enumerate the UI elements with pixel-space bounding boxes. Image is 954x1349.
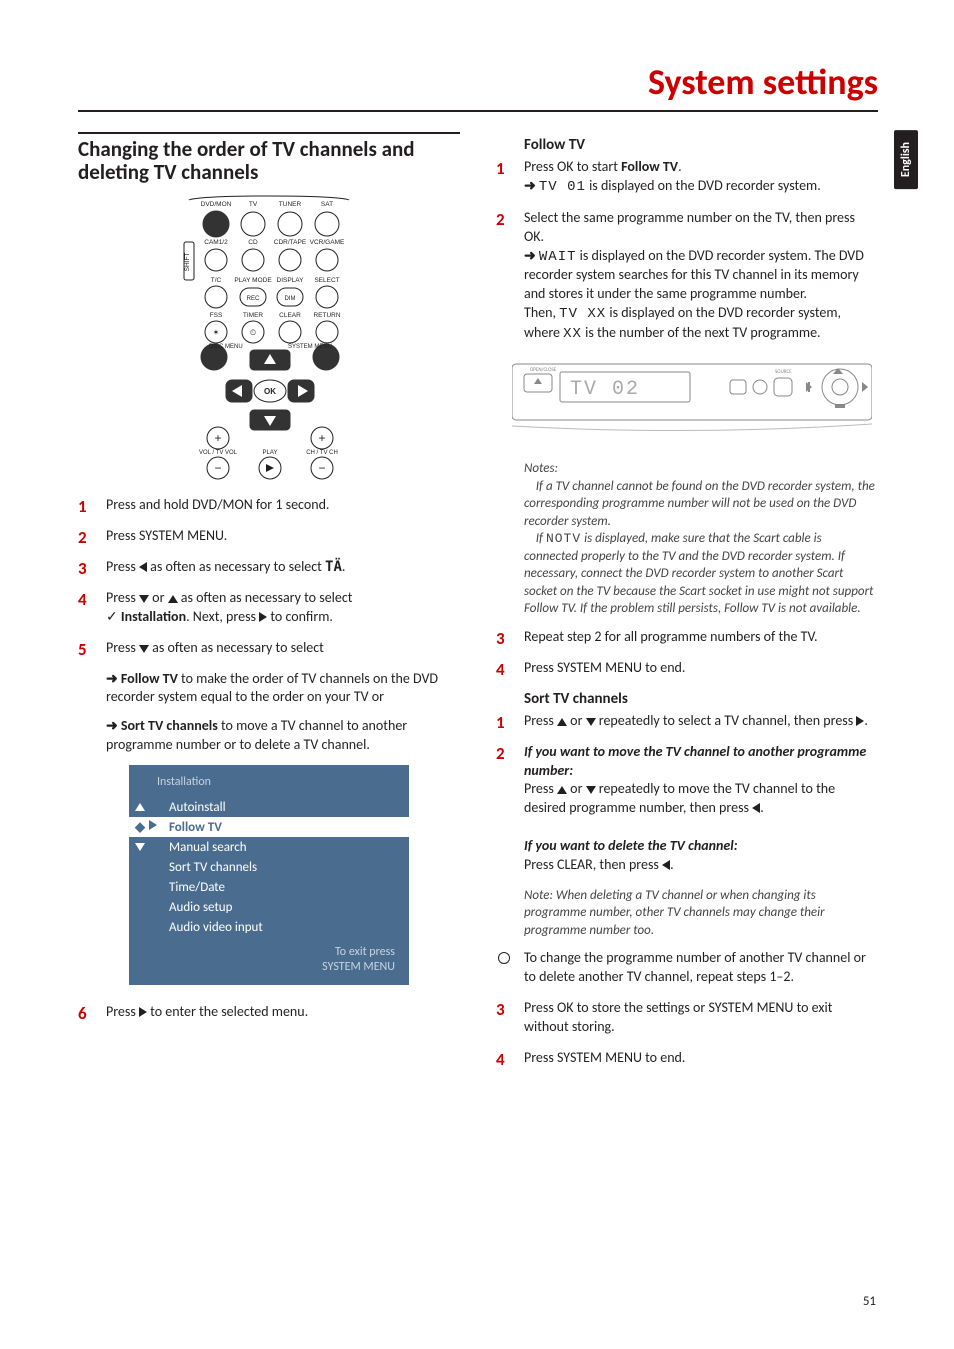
svg-text:✶: ✶ xyxy=(213,328,220,337)
step-6: Press to enter the selected menu. xyxy=(78,1003,460,1022)
svg-text:VOL / TV VOL: VOL / TV VOL xyxy=(199,450,238,456)
up-arrow-icon xyxy=(557,718,567,726)
down-arrow-icon xyxy=(139,645,149,653)
svg-text:TV 02: TV 02 xyxy=(570,378,640,401)
follow-tv-heading: Follow TV xyxy=(524,136,878,154)
svg-text:CD: CD xyxy=(248,239,258,246)
follow-step-1: Press OK to start Follow TV. ➜ TV 01 is … xyxy=(496,158,878,197)
language-tab: English xyxy=(894,130,918,189)
down-arrow-icon xyxy=(139,595,149,603)
svg-text:CH / TV CH: CH / TV CH xyxy=(306,450,338,456)
sort-step-3: Press OK to store the settings or SYSTEM… xyxy=(496,999,878,1037)
svg-text:SAT: SAT xyxy=(321,201,333,208)
svg-text:PLAY: PLAY xyxy=(263,450,278,456)
osd-menu-item: Autoinstall xyxy=(129,797,409,817)
osd-menu-item-selected: ◆Follow TV xyxy=(129,817,409,837)
step-1: Press and hold DVD/MON for 1 second. xyxy=(78,496,460,515)
svg-text:SOURCE: SOURCE xyxy=(775,369,792,375)
installation-icon: TÄ xyxy=(325,558,342,577)
svg-text:T/C: T/C xyxy=(211,277,222,284)
svg-text:−: − xyxy=(214,461,221,475)
svg-text:REC: REC xyxy=(247,296,260,302)
down-arrow-icon xyxy=(586,718,596,726)
svg-text:DISC MENU: DISC MENU xyxy=(209,344,243,350)
svg-text:+: + xyxy=(214,431,221,445)
remote-illustration: DVD/MON TV TUNER SAT SHIFT CAM1/2 CD CDR… xyxy=(154,192,384,482)
svg-text:CLEAR: CLEAR xyxy=(279,312,301,319)
osd-menu-installation: Installation Autoinstall ◆Follow TV Manu… xyxy=(129,765,409,985)
step-2: Press SYSTEM MENU. xyxy=(78,527,460,546)
page-title: System settings xyxy=(78,60,878,112)
left-arrow-icon xyxy=(139,562,147,572)
svg-text:TUNER: TUNER xyxy=(279,201,302,208)
section-heading-change-order: Changing the order of TV channels and de… xyxy=(78,132,460,184)
checkmark-icon: ✓ xyxy=(106,608,121,625)
step-5-sort-tv: ➜ Sort TV channels to move a TV channel … xyxy=(106,717,460,755)
device-illustration: TV 02 OPEN/CLOSE SOURCE xyxy=(512,356,872,446)
sort-step-4: Press SYSTEM MENU to end. xyxy=(496,1049,878,1068)
svg-text:VCR/GAME: VCR/GAME xyxy=(310,239,345,246)
svg-text:RETURN: RETURN xyxy=(313,312,340,319)
sort-step-2: If you want to move the TV channel to an… xyxy=(496,743,878,875)
svg-text:FSS: FSS xyxy=(210,312,223,319)
osd-menu-title: Installation xyxy=(129,773,409,797)
up-arrow-icon xyxy=(168,595,178,603)
left-arrow-icon xyxy=(662,860,670,870)
svg-text:CAM1/2: CAM1/2 xyxy=(204,239,228,246)
sort-note: Note: When deleting a TV channel or when… xyxy=(524,887,878,940)
follow-step-3: Repeat step 2 for all programme numbers … xyxy=(496,628,878,647)
svg-text:TV: TV xyxy=(249,201,258,208)
sort-step-1: Press or repeatedly to select a TV chann… xyxy=(496,712,878,731)
up-arrow-icon xyxy=(557,786,567,794)
follow-step-2: Select the same programme number on the … xyxy=(496,209,878,344)
osd-menu-item: Time/Date xyxy=(129,877,409,897)
svg-text:SHIFT: SHIFT xyxy=(184,253,191,272)
svg-text:−: − xyxy=(318,461,325,475)
step-5-follow-tv: ➜ Follow TV to make the order of TV chan… xyxy=(106,670,460,708)
osd-menu-footer: To exit pressSYSTEM MENU xyxy=(129,937,409,977)
svg-text:CDR/TAPE: CDR/TAPE xyxy=(274,239,307,246)
svg-text:OPEN/CLOSE: OPEN/CLOSE xyxy=(530,367,557,373)
sort-repeat-bullet: To change the programme number of anothe… xyxy=(496,949,878,987)
left-column: Changing the order of TV channels and de… xyxy=(78,132,460,1080)
follow-step-4: Press SYSTEM MENU to end. xyxy=(496,659,878,678)
down-arrow-icon xyxy=(586,786,596,794)
notes-block: Notes: If a TV channel cannot be found o… xyxy=(524,460,878,618)
svg-text:TIMER: TIMER xyxy=(243,312,264,319)
osd-menu-item: Audio video input xyxy=(129,917,409,937)
svg-text:DISPLAY: DISPLAY xyxy=(277,277,305,284)
right-arrow-icon xyxy=(259,612,267,622)
step-4: Press or as often as necessary to select… xyxy=(78,589,460,627)
step-3: Press as often as necessary to select TÄ… xyxy=(78,558,460,577)
svg-text:⏲: ⏲ xyxy=(250,328,256,337)
svg-text:+: + xyxy=(318,431,325,445)
svg-text:DIM: DIM xyxy=(285,296,296,302)
svg-text:PLAY MODE: PLAY MODE xyxy=(234,277,272,284)
right-arrow-icon xyxy=(139,1007,147,1017)
svg-text:SELECT: SELECT xyxy=(314,277,339,284)
osd-menu-item: Sort TV channels xyxy=(129,857,409,877)
osd-menu-item: Audio setup xyxy=(129,897,409,917)
page-content: System settings Changing the order of TV… xyxy=(78,60,878,1080)
svg-text:DVD/MON: DVD/MON xyxy=(201,201,232,208)
osd-menu-item: Manual search xyxy=(129,837,409,857)
right-column: Follow TV Press OK to start Follow TV. ➜… xyxy=(496,132,878,1080)
svg-text:OK: OK xyxy=(264,387,276,396)
svg-text:SYSTEM MENU: SYSTEM MENU xyxy=(288,344,332,350)
page-number: 51 xyxy=(863,1294,876,1309)
left-arrow-icon xyxy=(752,803,760,813)
step-5: Press as often as necessary to select xyxy=(78,639,460,658)
sort-tv-heading: Sort TV channels xyxy=(524,690,878,708)
